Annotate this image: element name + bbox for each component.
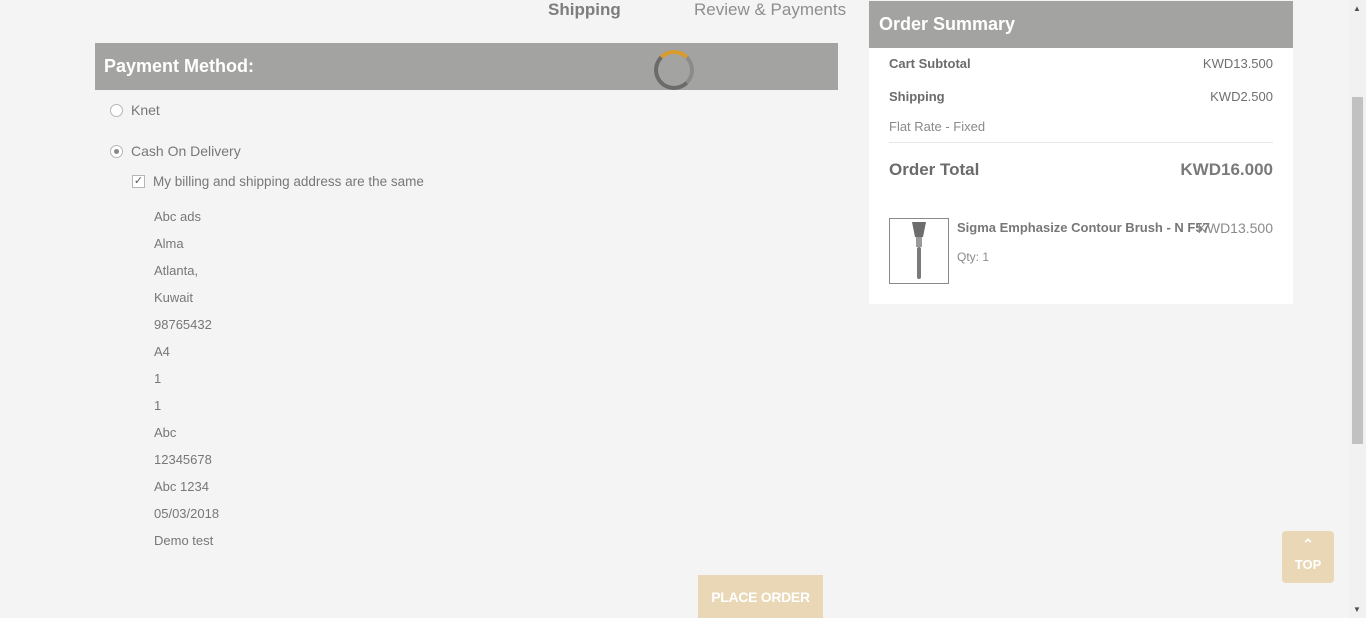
payment-method-title: Payment Method: bbox=[104, 56, 255, 76]
step-review-payments[interactable]: Review & Payments bbox=[694, 0, 846, 20]
same-address-option[interactable]: ✓ My billing and shipping address are th… bbox=[132, 174, 424, 189]
payment-option-cash-on-delivery[interactable]: Cash On Delivery bbox=[110, 143, 241, 159]
same-address-label: My billing and shipping address are the … bbox=[153, 174, 424, 189]
knet-radio[interactable] bbox=[110, 103, 123, 117]
same-address-checkbox[interactable]: ✓ bbox=[132, 175, 145, 188]
knet-label: Knet bbox=[131, 102, 160, 118]
address-line: Atlanta, bbox=[154, 263, 199, 278]
address-line: Demo test bbox=[154, 533, 214, 548]
order-total-row: Order Total KWD16.000 bbox=[889, 160, 1273, 180]
product-price: KWD13.500 bbox=[1197, 220, 1273, 236]
payment-method-header: Payment Method: bbox=[95, 43, 838, 90]
payment-option-knet[interactable]: Knet bbox=[110, 102, 160, 118]
address-line: Abc 1234 bbox=[154, 479, 209, 494]
product-qty: Qty: 1 bbox=[957, 250, 990, 264]
scroll-up-arrow-icon[interactable]: ▲ bbox=[1353, 4, 1361, 13]
summary-divider bbox=[889, 142, 1273, 143]
page-scrollbar[interactable]: ▲ ▼ bbox=[1349, 0, 1366, 618]
summary-item: Sigma Emphasize Contour Brush - N F57 KW… bbox=[889, 218, 1273, 284]
cart-subtotal-value: KWD13.500 bbox=[1202, 56, 1273, 71]
address-line: Kuwait bbox=[154, 290, 194, 305]
brush-icon bbox=[912, 222, 926, 279]
cash-on-delivery-radio[interactable] bbox=[110, 144, 123, 158]
address-line: 1 bbox=[154, 398, 162, 413]
payment-method-panel: Payment Method: Knet Cash On Delivery ✓ … bbox=[95, 43, 838, 618]
scrollbar-thumb[interactable] bbox=[1352, 97, 1363, 444]
order-total-label: Order Total bbox=[889, 160, 980, 179]
chevron-up-icon: ⌃ bbox=[1302, 536, 1314, 552]
address-line: Abc ads bbox=[154, 209, 201, 224]
order-summary-title: Order Summary bbox=[869, 1, 1293, 48]
order-total-value: KWD16.000 bbox=[1180, 160, 1273, 179]
address-line: 12345678 bbox=[154, 452, 212, 467]
cart-subtotal-row: Cart Subtotal KWD13.500 bbox=[889, 56, 1273, 71]
order-summary: Order Summary Cart Subtotal KWD13.500 Sh… bbox=[869, 1, 1293, 304]
loading-spinner-icon bbox=[654, 50, 694, 90]
step-shipping[interactable]: Shipping bbox=[548, 0, 621, 20]
address-line: 1 bbox=[154, 371, 162, 386]
scroll-down-arrow-icon[interactable]: ▼ bbox=[1353, 605, 1361, 614]
address-line: 98765432 bbox=[154, 317, 212, 332]
cash-on-delivery-label: Cash On Delivery bbox=[131, 143, 241, 159]
address-line: Alma bbox=[154, 236, 184, 251]
address-line: 05/03/2018 bbox=[154, 506, 220, 521]
product-name[interactable]: Sigma Emphasize Contour Brush - N F57 bbox=[957, 220, 1210, 235]
scroll-top-label: TOP bbox=[1294, 557, 1322, 572]
product-thumbnail[interactable] bbox=[889, 218, 949, 284]
scroll-top-button[interactable]: ⌃ TOP bbox=[1282, 531, 1334, 583]
shipping-value: KWD2.500 bbox=[1210, 89, 1273, 104]
billing-address: Abc ads Alma Atlanta, Kuwait 98765432 A4… bbox=[154, 206, 219, 557]
checkout-steps: Shipping Review & Payments bbox=[548, 0, 848, 22]
address-line: A4 bbox=[154, 344, 170, 359]
cart-subtotal-label: Cart Subtotal bbox=[889, 56, 971, 71]
place-order-button[interactable]: PLACE ORDER bbox=[698, 575, 823, 618]
shipping-row: Shipping KWD2.500 bbox=[889, 89, 1273, 104]
shipping-method: Flat Rate - Fixed bbox=[889, 119, 986, 134]
address-line: Abc bbox=[154, 425, 177, 440]
shipping-label: Shipping bbox=[889, 89, 945, 104]
